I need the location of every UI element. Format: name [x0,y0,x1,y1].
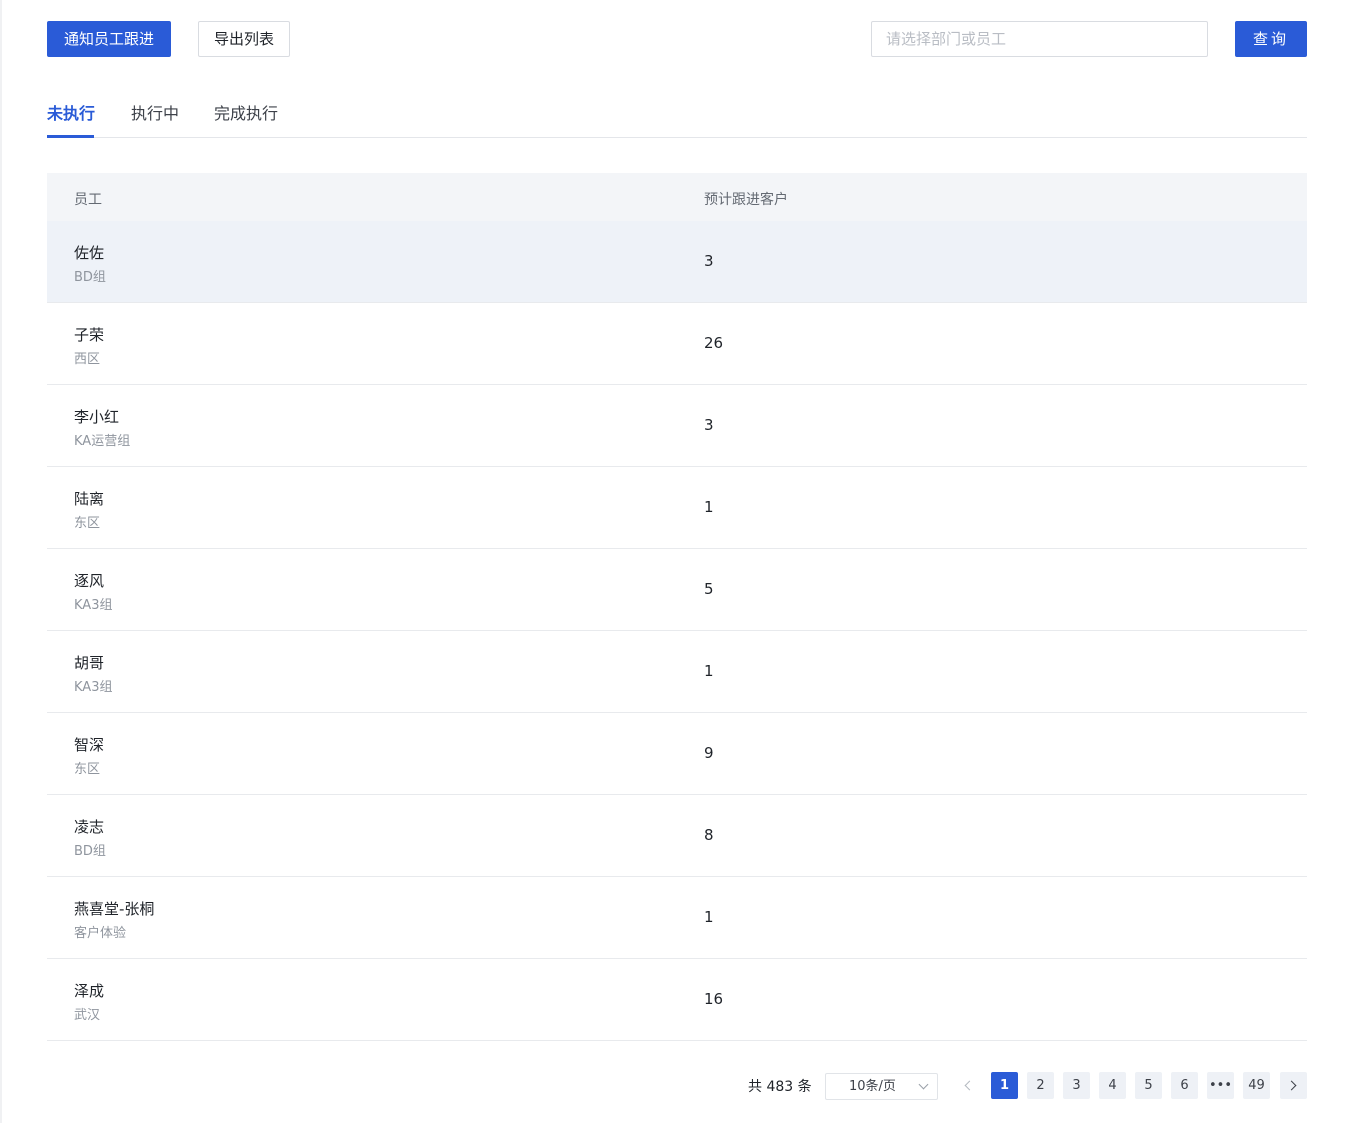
employee-name: 子荣 [74,326,105,344]
expected-customer-count: 1 [704,908,714,926]
page-size-value: 10条/页 [849,1079,896,1094]
table-row[interactable]: 泽成武汉 16 [47,959,1307,1041]
page-number-button[interactable]: 1 [991,1072,1018,1099]
employee-name: 佐佐 [74,244,105,262]
employee-department: BD组 [74,270,106,285]
page-number-button[interactable]: 49 [1243,1072,1270,1099]
employee-department: BD组 [74,844,106,859]
tab-executing[interactable]: 执行中 [131,100,179,124]
employee-name: 泽成 [74,982,105,1000]
page-size-select[interactable]: 10条/页 [825,1073,938,1100]
employee-department: 武汉 [74,1008,101,1023]
expected-customer-count: 1 [704,662,714,680]
department-employee-search-input[interactable] [871,21,1208,57]
page: 通知员工跟进 导出列表 查询 未执行 执行中 完成执行 员工 预计跟进客户 佐佐… [0,0,1349,1123]
employee-department: 客户体验 [74,926,127,941]
page-number-button[interactable]: 5 [1135,1072,1162,1099]
table-body: 佐佐 BD组 3 子荣西区 26 李小红 KA运营组 3 陆离东区 1 逐风 KA3组 5 胡哥 KA3组 1… [47,221,1307,1041]
expected-customer-count: 3 [704,252,714,270]
notify-employee-button[interactable]: 通知员工跟进 [47,21,171,57]
employee-department: KA3组 [74,598,113,613]
prev-page-button[interactable] [955,1072,982,1099]
chevron-left-icon [964,1080,975,1091]
expected-customer-count: 26 [704,334,724,352]
chevron-down-icon [918,1079,929,1090]
chevron-right-icon [1286,1080,1297,1091]
employee-department: KA运营组 [74,434,131,449]
table-row[interactable]: 智深东区 9 [47,713,1307,795]
status-tabs: 未执行 执行中 完成执行 [47,92,1307,138]
employee-name: 逐风 [74,572,105,590]
left-edge-divider [0,0,2,1123]
table-row[interactable]: 逐风 KA3组 5 [47,549,1307,631]
expected-customer-count: 16 [704,990,724,1008]
expected-customer-count: 5 [704,580,714,598]
employee-department: 西区 [74,352,101,367]
page-number-button[interactable]: 3 [1063,1072,1090,1099]
expected-customer-count: 8 [704,826,714,844]
employee-department: 东区 [74,762,101,777]
table-row[interactable]: 李小红 KA运营组 3 [47,385,1307,467]
table-row[interactable]: 胡哥 KA3组 1 [47,631,1307,713]
employee-name: 智深 [74,736,105,754]
table-row[interactable]: 陆离东区 1 [47,467,1307,549]
employee-table: 员工 预计跟进客户 佐佐 BD组 3 子荣西区 26 李小红 KA运营组 3 陆离东区 1 逐风 KA… [47,173,1307,1041]
table-row[interactable]: 凌志 BD组 8 [47,795,1307,877]
query-button[interactable]: 查询 [1235,21,1307,57]
employee-name: 胡哥 [74,654,105,672]
table-row[interactable]: 燕喜堂-张桐 客户体验 1 [47,877,1307,959]
employee-name: 陆离 [74,490,105,508]
column-header-expected-customers: 预计跟进客户 [704,192,788,208]
employee-department: KA3组 [74,680,113,695]
tab-completed[interactable]: 完成执行 [214,100,278,124]
table-row[interactable]: 子荣西区 26 [47,303,1307,385]
employee-name: 凌志 [74,818,105,836]
total-count: 共 483 条 [748,1079,812,1095]
column-header-employee: 员工 [74,192,102,208]
table-header: 员工 预计跟进客户 [47,173,1307,221]
employee-name: 李小红 [74,408,120,426]
next-page-button[interactable] [1280,1072,1307,1099]
employee-name: 燕喜堂-张桐 [74,900,155,918]
tab-not-executed[interactable]: 未执行 [47,100,95,124]
page-number-button[interactable]: 2 [1027,1072,1054,1099]
page-ellipsis-button[interactable]: ••• [1207,1072,1234,1099]
expected-customer-count: 9 [704,744,714,762]
expected-customer-count: 1 [704,498,714,516]
employee-department: 东区 [74,516,101,531]
active-tab-indicator [47,135,94,138]
expected-customer-count: 3 [704,416,714,434]
export-list-button[interactable]: 导出列表 [198,21,290,57]
table-row[interactable]: 佐佐 BD组 3 [47,221,1307,303]
page-number-button[interactable]: 4 [1099,1072,1126,1099]
page-number-button[interactable]: 6 [1171,1072,1198,1099]
